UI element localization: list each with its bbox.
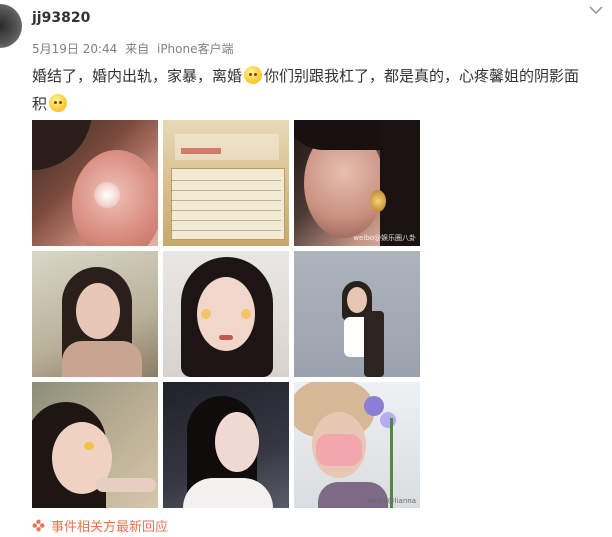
avatar[interactable] <box>0 4 22 48</box>
photo-grid: weibo@娱乐圈八卦 weibo@lianna <box>32 120 420 508</box>
photo-mask-flowers[interactable]: weibo@lianna <box>294 382 420 508</box>
username[interactable]: jj93820 <box>32 10 90 26</box>
watermark: weibo@娱乐圈八卦 <box>353 234 416 242</box>
photo-portrait-profile[interactable] <box>163 382 289 508</box>
post-text: 婚结了，婚内出轨，家暴，离婚 你们别跟我杠了，都是真的，心疼馨姐的阴影面积 <box>32 62 592 118</box>
photo-earring[interactable]: weibo@娱乐圈八卦 <box>294 120 420 246</box>
face-emoji-icon <box>49 94 68 112</box>
photo-close-up-face[interactable] <box>32 120 158 246</box>
photo-portrait-front[interactable] <box>163 251 289 377</box>
post-client[interactable]: iPhone客户端 <box>157 42 234 56</box>
face-emoji-icon <box>244 66 263 84</box>
chevron-down-icon[interactable] <box>588 4 604 16</box>
post-text-part1: 婚结了，婚内出轨，家暴，离婚 <box>32 67 243 85</box>
photo-portrait-light[interactable] <box>32 382 158 508</box>
photo-portrait-hands[interactable] <box>32 251 158 377</box>
event-response-link[interactable]: 事件相关方最新回应 <box>32 516 168 535</box>
flower-icon <box>32 519 45 532</box>
post-meta: 5月19日 20:44 来自 iPhone客户端 <box>32 40 238 57</box>
photo-document[interactable] <box>163 120 289 246</box>
response-link-label[interactable]: 事件相关方最新回应 <box>51 516 168 535</box>
post-from: 来自 <box>125 42 150 56</box>
watermark: weibo@lianna <box>366 497 416 505</box>
photo-full-body[interactable] <box>294 251 420 377</box>
post-date[interactable]: 5月19日 20:44 <box>32 42 117 56</box>
